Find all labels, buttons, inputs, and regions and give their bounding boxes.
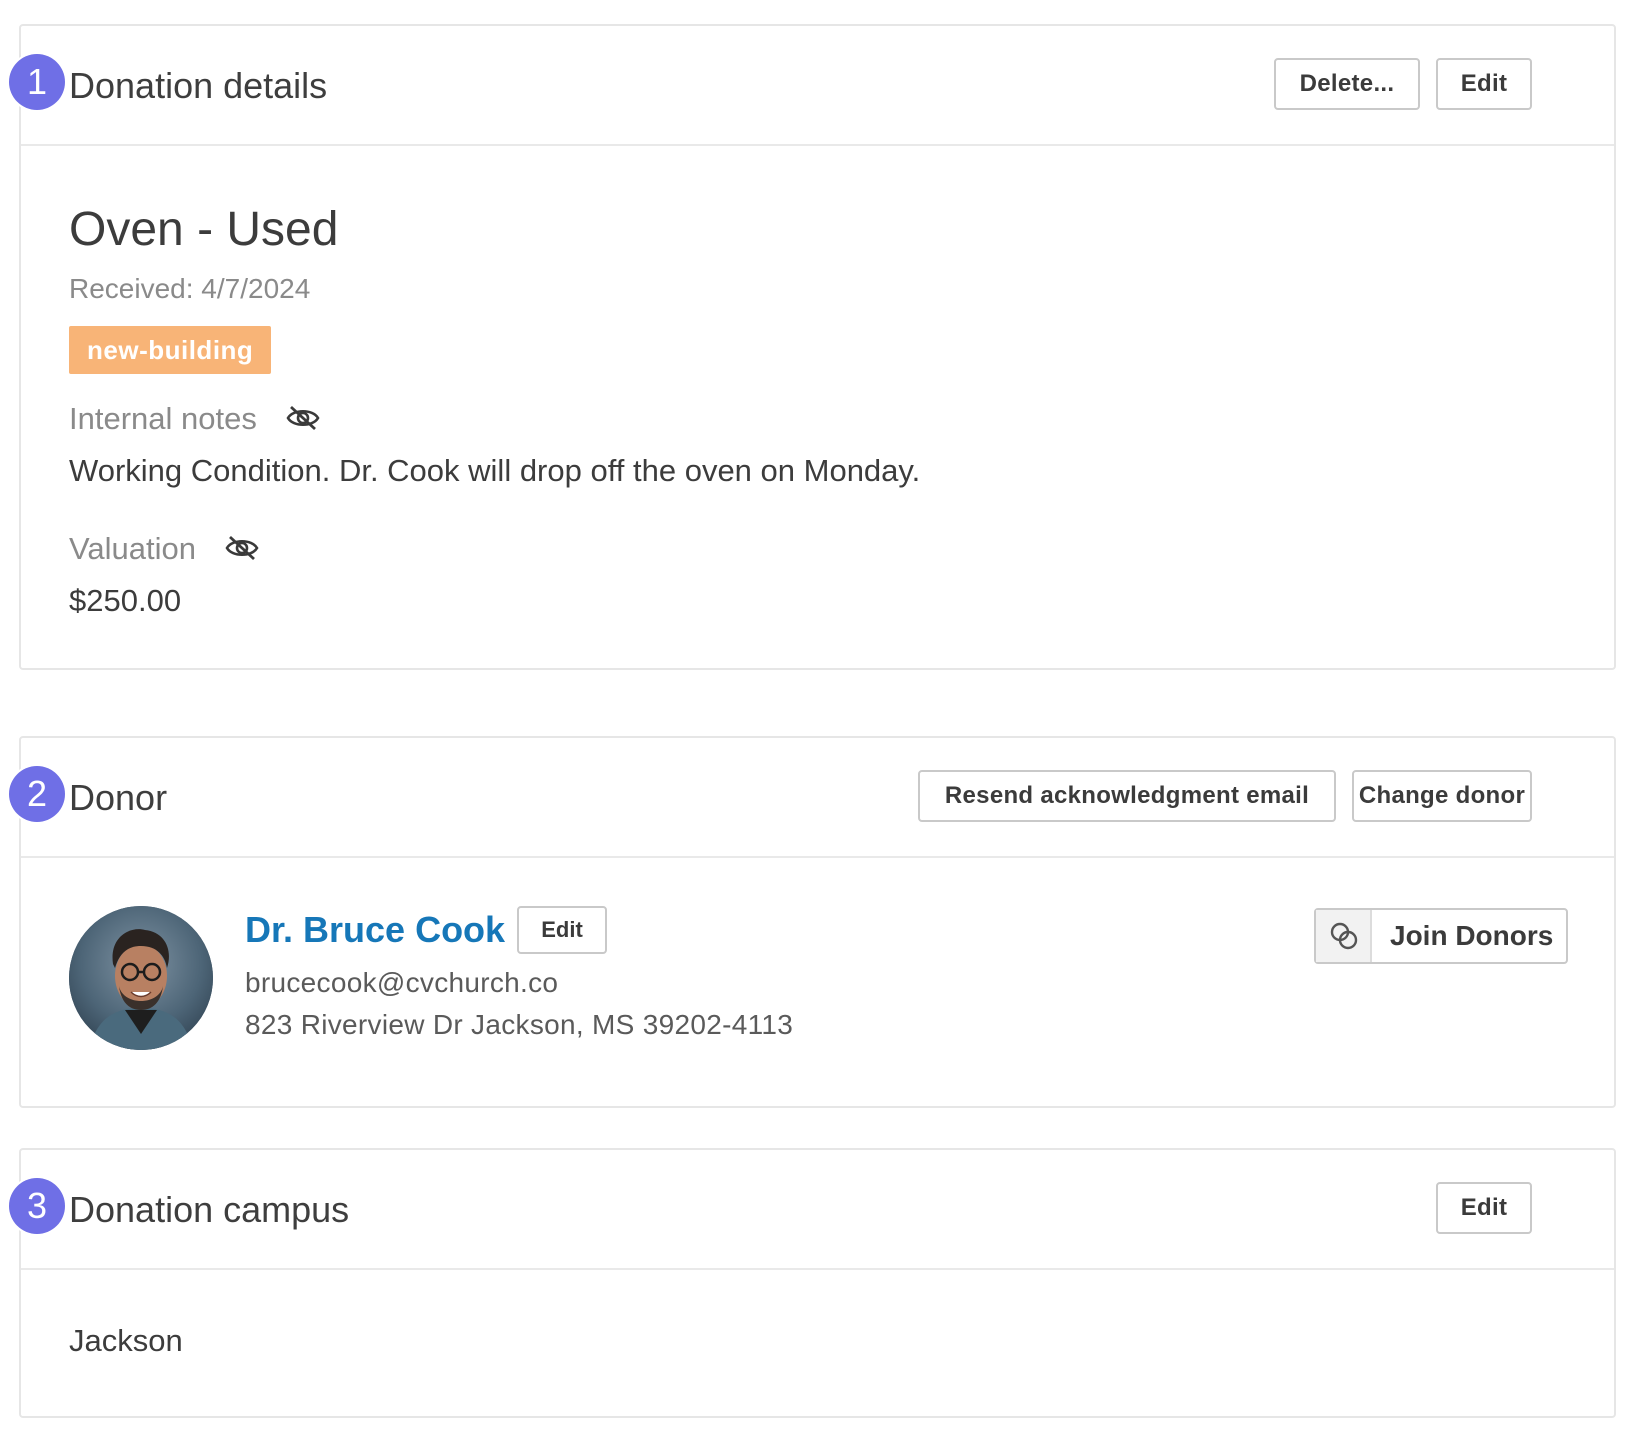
delete-button[interactable]: Delete... [1274, 58, 1420, 110]
donor-title: Donor [69, 777, 168, 818]
join-donors-label: Join Donors [1390, 920, 1554, 951]
resend-acknowledgment-button[interactable]: Resend acknowledgment email [918, 770, 1336, 822]
edit-donor-button[interactable]: Edit [517, 906, 607, 954]
donation-details-header: 1 Donation details Delete... Edit [9, 26, 1614, 146]
donor-card: 2 Donor Resend acknowledgment email Chan… [9, 736, 1616, 1108]
donation-campus-card: 3 Donation campus Edit Jackson [9, 1148, 1616, 1418]
edit-campus-button[interactable]: Edit [1436, 1182, 1532, 1234]
join-icon-box [1316, 910, 1372, 962]
campus-value: Jackson [69, 1323, 183, 1358]
donor-name-link[interactable]: Dr. Bruce Cook [245, 908, 505, 952]
donation-details-title: Donation details [69, 65, 328, 106]
internal-notes-value: Working Condition. Dr. Cook will drop of… [69, 453, 921, 488]
step-badge-3: 3 [9, 1178, 65, 1234]
donation-campus-header: 3 Donation campus Edit [9, 1150, 1614, 1270]
donor-portrait [69, 906, 213, 1050]
eye-slash-icon [286, 405, 320, 431]
donor-address: 823 Riverview Dr Jackson, MS 39202-4113 [245, 1009, 794, 1040]
step-badge-1: 1 [9, 54, 65, 110]
step-badge-2: 2 [9, 766, 65, 822]
valuation-label: Valuation [69, 531, 196, 566]
donor-header: 2 Donor Resend acknowledgment email Chan… [9, 738, 1614, 858]
link-rings-icon [1330, 922, 1358, 950]
donation-details-card: 1 Donation details Delete... Edit Oven -… [9, 24, 1616, 670]
change-donor-button[interactable]: Change donor [1352, 770, 1532, 822]
item-title: Oven - Used [69, 203, 339, 256]
received-date: Received: 4/7/2024 [69, 273, 311, 304]
eye-slash-icon [225, 535, 259, 561]
internal-notes-label: Internal notes [69, 401, 257, 436]
donation-campus-title: Donation campus [69, 1189, 350, 1230]
tag-badge: new-building [69, 326, 272, 374]
join-donors-button[interactable]: Join Donors [1314, 908, 1568, 964]
edit-donation-button[interactable]: Edit [1436, 58, 1532, 110]
avatar [69, 906, 213, 1050]
valuation-value: $250.00 [69, 583, 182, 618]
donor-email: brucecook@cvchurch.co [245, 967, 559, 998]
